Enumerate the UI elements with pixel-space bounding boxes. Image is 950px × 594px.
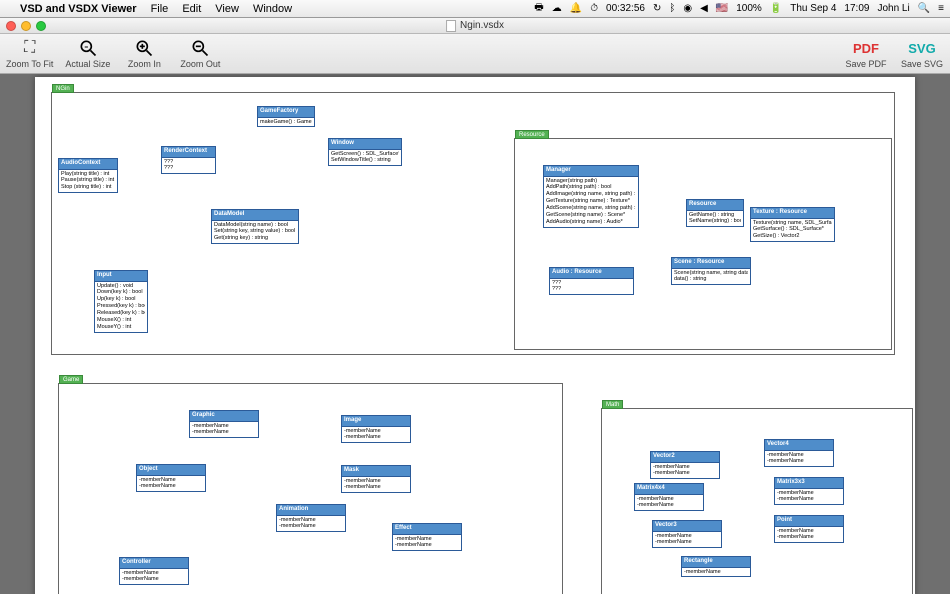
class-graphic[interactable]: Graphic -memberName-memberName: [189, 410, 259, 438]
timer-icon: ⏱: [590, 3, 598, 14]
package-resource: Resource Manager Manager(string path) Ad…: [514, 138, 892, 350]
sync-icon[interactable]: ↻: [653, 3, 661, 14]
class-audio-context[interactable]: AudioContext Play(string title) : int Pa…: [58, 158, 118, 193]
class-point[interactable]: Point -memberName-memberName: [774, 515, 844, 543]
document-icon: [446, 20, 456, 32]
class-manager[interactable]: Manager Manager(string path) AddPath(str…: [543, 165, 639, 228]
diagram-page: NGin GameFactory makeGame() : Game Windo…: [35, 77, 915, 594]
class-controller[interactable]: Controller -memberName-memberName: [119, 557, 189, 585]
clock: 17:09: [844, 3, 869, 14]
save-svg-button[interactable]: SVG Save SVG: [900, 38, 944, 69]
battery-percent: 100%: [736, 3, 762, 14]
package-ngin-label: NGin: [52, 84, 74, 93]
date: Thu Sep 4: [790, 3, 836, 14]
svg-icon: SVG: [912, 38, 932, 58]
package-game: Game Graphic -memberName-memberName Imag…: [58, 383, 563, 594]
spotlight-icon[interactable]: 🔍: [918, 3, 930, 14]
class-image[interactable]: Image -memberName-memberName: [341, 415, 411, 443]
package-math: Math Vector2 -memberName-memberName Vect…: [601, 408, 913, 594]
menu-extras-icon[interactable]: ≡: [938, 3, 944, 14]
actual-size-label: Actual Size: [65, 59, 110, 69]
zoom-out-icon: [190, 38, 210, 58]
save-svg-label: Save SVG: [901, 59, 943, 69]
svg-text:=: =: [84, 44, 88, 51]
class-resource[interactable]: Resource GetName() : string SetName(stri…: [686, 199, 744, 227]
actual-size-icon: =: [78, 38, 98, 58]
class-texture[interactable]: Texture : Resource Texture(string name, …: [750, 207, 835, 242]
volume-icon[interactable]: ◀: [700, 3, 708, 14]
class-object[interactable]: Object -memberName-memberName: [136, 464, 206, 492]
class-window[interactable]: Window GetScreen() : SDL_Surface* SetWin…: [328, 138, 402, 166]
zoom-to-fit-icon: ⛶: [20, 38, 40, 58]
package-game-label: Game: [59, 375, 83, 384]
actual-size-button[interactable]: = Actual Size: [65, 38, 110, 69]
time-counter: 00:32:56: [606, 3, 645, 14]
minimize-window-button[interactable]: [21, 21, 31, 31]
pdf-icon: PDF: [856, 38, 876, 58]
class-matrix4x4[interactable]: Matrix4x4 -memberName-memberName: [634, 483, 704, 511]
window-titlebar: Ngin.vsdx: [0, 18, 950, 34]
menu-view[interactable]: View: [215, 3, 239, 15]
menu-file[interactable]: File: [151, 3, 169, 15]
class-game-factory[interactable]: GameFactory makeGame() : Game: [257, 106, 315, 127]
wifi-icon[interactable]: ◉: [683, 3, 692, 14]
battery-icon[interactable]: 🔋: [770, 3, 782, 14]
zoom-out-label: Zoom Out: [180, 59, 220, 69]
printer-icon[interactable]: 🖶: [534, 0, 543, 17]
user-name[interactable]: John Li: [877, 3, 909, 14]
class-mask[interactable]: Mask -memberName-memberName: [341, 465, 411, 493]
document-title: Ngin.vsdx: [446, 20, 504, 32]
class-vector3[interactable]: Vector3 -memberName-memberName: [652, 520, 722, 548]
menu-edit[interactable]: Edit: [182, 3, 201, 15]
app-title[interactable]: VSD and VSDX Viewer: [20, 3, 137, 15]
cloud-icon[interactable]: ☁: [552, 3, 562, 14]
class-rectangle[interactable]: Rectangle -memberName: [681, 556, 751, 577]
save-pdf-label: Save PDF: [845, 59, 886, 69]
class-animation[interactable]: Animation -memberName-memberName: [276, 504, 346, 532]
zoom-out-button[interactable]: Zoom Out: [178, 38, 222, 69]
class-effect[interactable]: Effect -memberName-memberName: [392, 523, 462, 551]
class-matrix3x3[interactable]: Matrix3x3 -memberName-memberName: [774, 477, 844, 505]
package-math-label: Math: [602, 400, 623, 409]
menu-window[interactable]: Window: [253, 3, 292, 15]
zoom-to-fit-label: Zoom To Fit: [6, 59, 53, 69]
canvas-viewport[interactable]: NGin GameFactory makeGame() : Game Windo…: [0, 74, 950, 594]
class-scene[interactable]: Scene : Resource Scene(string name, stri…: [671, 257, 751, 285]
bluetooth-icon[interactable]: ᛒ: [669, 3, 675, 14]
close-window-button[interactable]: [6, 21, 16, 31]
zoom-in-button[interactable]: Zoom In: [122, 38, 166, 69]
class-input[interactable]: Input Update() : void Down(key k) : bool…: [94, 270, 148, 333]
status-area: 🖶 ☁ 🔔 ⏱ 00:32:56 ↻ ᛒ ◉ ◀ 🇺🇸 100% 🔋 Thu S…: [534, 0, 944, 17]
class-vector2[interactable]: Vector2 -memberName-memberName: [650, 451, 720, 479]
zoom-to-fit-button[interactable]: ⛶ Zoom To Fit: [6, 38, 53, 69]
system-menubar: VSD and VSDX Viewer File Edit View Windo…: [0, 0, 950, 18]
zoom-in-icon: [134, 38, 154, 58]
zoom-in-label: Zoom In: [128, 59, 161, 69]
class-audio[interactable]: Audio : Resource ??? ???: [549, 267, 634, 295]
traffic-lights: [6, 21, 46, 31]
class-vector4[interactable]: Vector4 -memberName-memberName: [764, 439, 834, 467]
flag-icon[interactable]: 🇺🇸: [716, 3, 728, 14]
class-render-context[interactable]: RenderContext ??? ???: [161, 146, 216, 174]
package-ngin: NGin GameFactory makeGame() : Game Windo…: [51, 92, 895, 355]
save-pdf-button[interactable]: PDF Save PDF: [844, 38, 888, 69]
zoom-window-button[interactable]: [36, 21, 46, 31]
package-resource-label: Resource: [515, 130, 549, 139]
document-name: Ngin.vsdx: [460, 20, 504, 31]
toolbar: ⛶ Zoom To Fit = Actual Size Zoom In Zoom…: [0, 34, 950, 74]
class-data-model[interactable]: DataModel DataModel(string name) : bool …: [211, 209, 299, 244]
notification-icon[interactable]: 🔔: [570, 3, 582, 14]
